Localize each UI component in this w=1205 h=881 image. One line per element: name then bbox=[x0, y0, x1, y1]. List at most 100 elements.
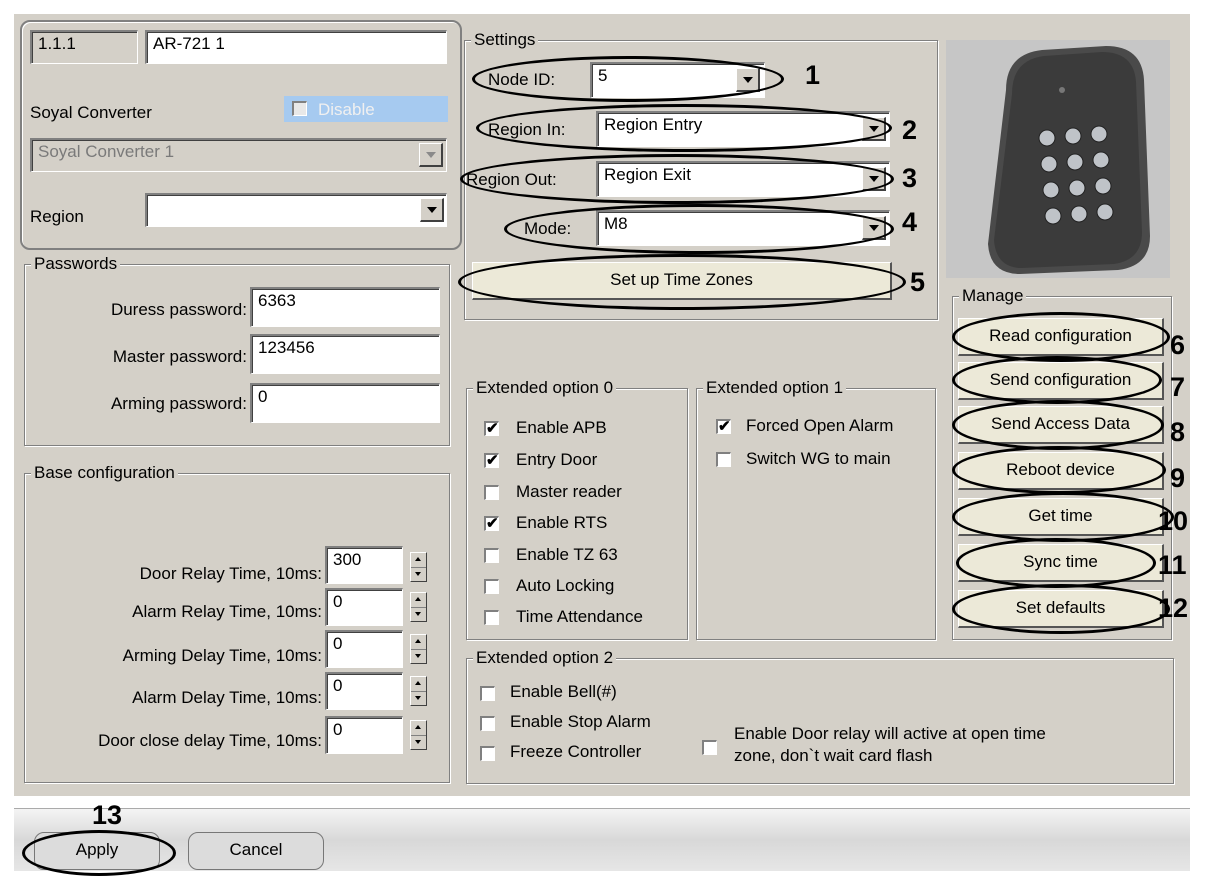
master-reader-label: Master reader bbox=[516, 482, 622, 501]
region-label: Region bbox=[30, 207, 84, 226]
extended-option-0-title: Extended option 0 bbox=[473, 378, 617, 398]
spin-up-arrow-icon[interactable] bbox=[411, 553, 426, 568]
switch-wg-to-main-checkbox[interactable] bbox=[716, 452, 731, 467]
callout-number-11: 11 bbox=[1158, 550, 1187, 580]
spin-up-arrow-icon[interactable] bbox=[411, 677, 426, 692]
arming-delay-time-input[interactable]: 0 bbox=[325, 630, 403, 668]
spin-down-arrow-icon[interactable] bbox=[411, 607, 426, 621]
region-in-select[interactable]: Region Entry bbox=[596, 111, 890, 147]
converter-dropdown-button[interactable] bbox=[419, 143, 443, 167]
duress-password-input[interactable]: 6363 bbox=[250, 287, 440, 327]
door-relay-open-zone-label-line2: zone, don`t wait card flash bbox=[734, 746, 933, 765]
region-in-dropdown-button[interactable] bbox=[862, 117, 886, 141]
sync-time-button[interactable]: Sync time bbox=[958, 544, 1164, 582]
alarm-relay-time-label: Alarm Relay Time, 10ms: bbox=[132, 602, 322, 621]
alarm-delay-time-label: Alarm Delay Time, 10ms: bbox=[132, 688, 322, 707]
callout-number-5: 5 bbox=[910, 267, 926, 297]
spin-down-arrow-icon[interactable] bbox=[411, 691, 426, 705]
reboot-device-button[interactable]: Reboot device bbox=[958, 452, 1164, 490]
disable-label: Disable bbox=[318, 100, 375, 119]
forced-open-alarm-label: Forced Open Alarm bbox=[746, 416, 894, 435]
door-relay-time-input[interactable]: 300 bbox=[325, 546, 403, 584]
callout-number-4: 4 bbox=[902, 207, 918, 237]
mode-label: Mode: bbox=[524, 219, 572, 238]
door-relay-time-spinner[interactable] bbox=[410, 552, 427, 582]
time-attendance-label: Time Attendance bbox=[516, 607, 643, 626]
extended-option-2-title: Extended option 2 bbox=[473, 648, 617, 668]
master-reader-checkbox[interactable] bbox=[484, 485, 499, 500]
door-close-delay-time-input[interactable]: 0 bbox=[325, 716, 403, 754]
enable-bell-checkbox[interactable] bbox=[480, 686, 495, 701]
enable-tz63-label: Enable TZ 63 bbox=[516, 545, 618, 564]
node-id-dropdown-button[interactable] bbox=[736, 68, 760, 92]
region-dropdown-button[interactable] bbox=[420, 198, 444, 222]
alarm-delay-time-spinner[interactable] bbox=[410, 676, 427, 706]
auto-locking-label: Auto Locking bbox=[516, 576, 615, 595]
extended-option-1-title: Extended option 1 bbox=[703, 378, 847, 398]
region-in-label: Region In: bbox=[488, 120, 566, 139]
passwords-title: Passwords bbox=[31, 254, 121, 274]
callout-number-3: 3 bbox=[902, 163, 918, 193]
callout-number-2: 2 bbox=[902, 115, 918, 145]
door-close-delay-time-spinner[interactable] bbox=[410, 720, 427, 750]
node-id-label: Node ID: bbox=[488, 70, 556, 89]
send-configuration-button[interactable]: Send configuration bbox=[958, 362, 1164, 400]
enable-rts-checkbox[interactable]: ✔ bbox=[484, 516, 499, 531]
spin-down-arrow-icon[interactable] bbox=[411, 735, 426, 749]
mode-select[interactable]: M8 bbox=[596, 210, 890, 246]
enable-tz63-checkbox[interactable] bbox=[484, 548, 499, 563]
enable-apb-checkbox[interactable]: ✔ bbox=[484, 421, 499, 436]
region-out-dropdown-button[interactable] bbox=[862, 167, 886, 191]
arming-delay-time-spinner[interactable] bbox=[410, 634, 427, 664]
spin-down-arrow-icon[interactable] bbox=[411, 649, 426, 663]
get-time-button[interactable]: Get time bbox=[958, 498, 1164, 536]
enable-rts-label: Enable RTS bbox=[516, 513, 608, 532]
time-attendance-checkbox[interactable] bbox=[484, 610, 499, 625]
spin-up-arrow-icon[interactable] bbox=[411, 721, 426, 736]
enable-apb-label: Enable APB bbox=[516, 418, 607, 437]
master-password-label: Master password: bbox=[112, 347, 247, 366]
device-type-label: Soyal Converter bbox=[30, 103, 152, 122]
enable-bell-label: Enable Bell(#) bbox=[510, 682, 617, 701]
keypad-reader-icon bbox=[988, 46, 1150, 274]
master-password-input[interactable]: 123456 bbox=[250, 334, 440, 374]
switch-wg-to-main-label: Switch WG to main bbox=[746, 449, 891, 468]
door-relay-open-zone-checkbox[interactable] bbox=[702, 740, 717, 755]
spin-up-arrow-icon[interactable] bbox=[411, 593, 426, 608]
freeze-controller-checkbox[interactable] bbox=[480, 746, 495, 761]
door-relay-open-zone-label-line1: Enable Door relay will active at open ti… bbox=[734, 724, 1046, 743]
door-close-delay-time-label: Door close delay Time, 10ms: bbox=[98, 731, 322, 750]
enable-stop-alarm-checkbox[interactable] bbox=[480, 716, 495, 731]
region-out-label: Region Out: bbox=[466, 170, 557, 189]
spin-up-arrow-icon[interactable] bbox=[411, 635, 426, 650]
device-name-field[interactable]: AR-721 1 bbox=[145, 30, 447, 64]
arming-delay-time-label: Arming Delay Time, 10ms: bbox=[122, 646, 322, 665]
entry-door-checkbox[interactable]: ✔ bbox=[484, 453, 499, 468]
disable-checkbox[interactable] bbox=[292, 101, 307, 116]
arming-password-input[interactable]: 0 bbox=[250, 383, 440, 423]
settings-title: Settings bbox=[471, 30, 539, 50]
manage-title: Manage bbox=[959, 286, 1027, 306]
set-defaults-button[interactable]: Set defaults bbox=[958, 590, 1164, 628]
arming-password-label: Arming password: bbox=[110, 394, 247, 413]
region-out-select[interactable]: Region Exit bbox=[596, 161, 890, 197]
base-configuration-title: Base configuration bbox=[31, 463, 178, 483]
cancel-button[interactable]: Cancel bbox=[188, 832, 324, 870]
alarm-relay-time-spinner[interactable] bbox=[410, 592, 427, 622]
apply-button[interactable]: Apply bbox=[34, 832, 160, 870]
duress-password-label: Duress password: bbox=[110, 300, 247, 319]
read-configuration-button[interactable]: Read configuration bbox=[958, 318, 1164, 356]
entry-door-label: Entry Door bbox=[516, 450, 598, 469]
region-select[interactable] bbox=[145, 193, 447, 227]
auto-locking-checkbox[interactable] bbox=[484, 579, 499, 594]
callout-number-12: 12 bbox=[1158, 593, 1189, 623]
mode-dropdown-button[interactable] bbox=[862, 216, 886, 240]
alarm-relay-time-input[interactable]: 0 bbox=[325, 588, 403, 626]
send-access-data-button[interactable]: Send Access Data bbox=[958, 406, 1164, 444]
forced-open-alarm-checkbox[interactable]: ✔ bbox=[716, 419, 731, 434]
spin-down-arrow-icon[interactable] bbox=[411, 567, 426, 581]
alarm-delay-time-input[interactable]: 0 bbox=[325, 672, 403, 710]
set-up-time-zones-button[interactable]: Set up Time Zones bbox=[472, 262, 892, 300]
freeze-controller-label: Freeze Controller bbox=[510, 742, 642, 761]
converter-select[interactable]: Soyal Converter 1 bbox=[30, 138, 447, 172]
